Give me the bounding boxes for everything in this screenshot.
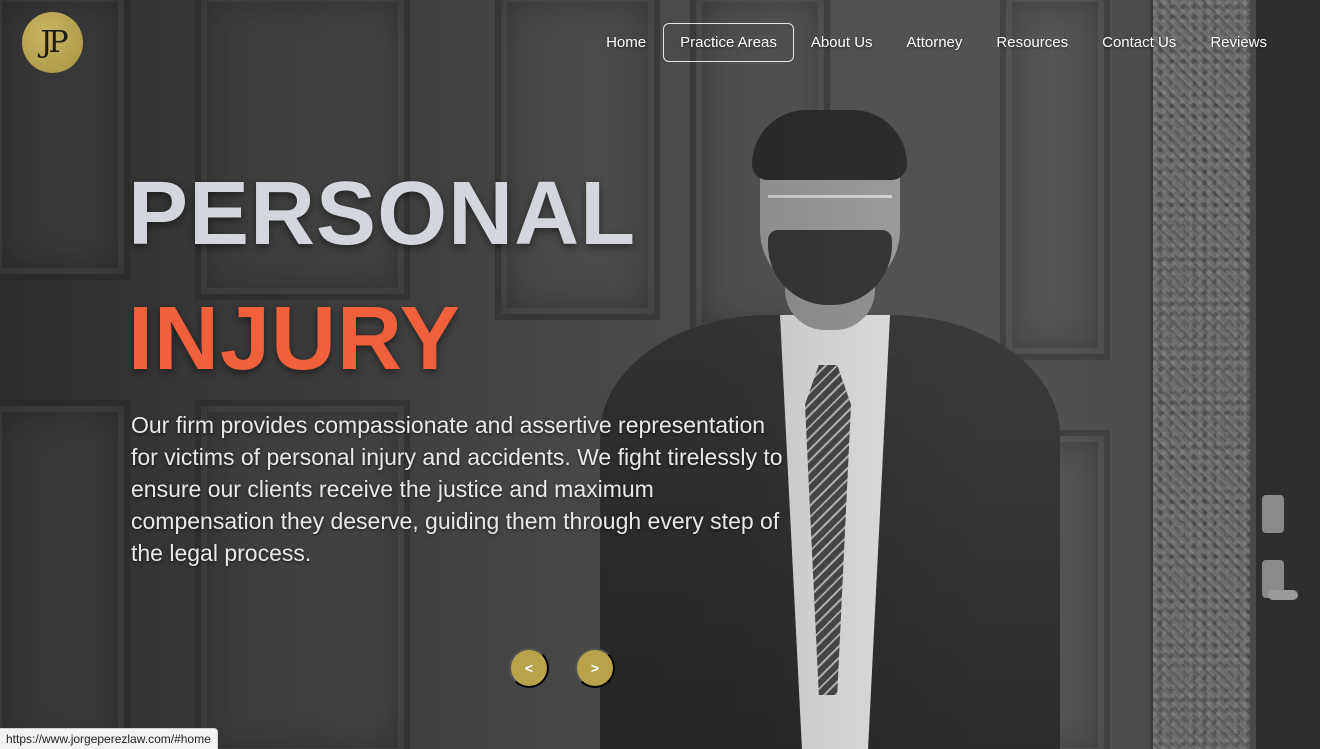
nav-practice-areas[interactable]: Practice Areas [663, 23, 794, 62]
nav-attorney[interactable]: Attorney [890, 23, 980, 62]
logo-monogram: JP [40, 25, 68, 60]
main-navigation: Home Practice Areas About Us Attorney Re… [589, 23, 1284, 62]
nav-contact-us[interactable]: Contact Us [1085, 23, 1193, 62]
nav-resources[interactable]: Resources [979, 23, 1085, 62]
status-bar-url: https://www.jorgeperezlaw.com/#home [0, 728, 218, 749]
nav-reviews[interactable]: Reviews [1193, 23, 1284, 62]
carousel-next-button[interactable]: > [575, 648, 615, 688]
hero-headline-line1: PERSONAL [128, 164, 637, 264]
hero-headline-line2: INJURY [128, 289, 461, 389]
site-logo[interactable]: JP [22, 12, 83, 73]
nav-about-us[interactable]: About Us [794, 23, 890, 62]
carousel-prev-button[interactable]: < [509, 648, 549, 688]
hero-description: Our firm provides compassionate and asse… [131, 412, 783, 566]
nav-home[interactable]: Home [589, 23, 663, 62]
